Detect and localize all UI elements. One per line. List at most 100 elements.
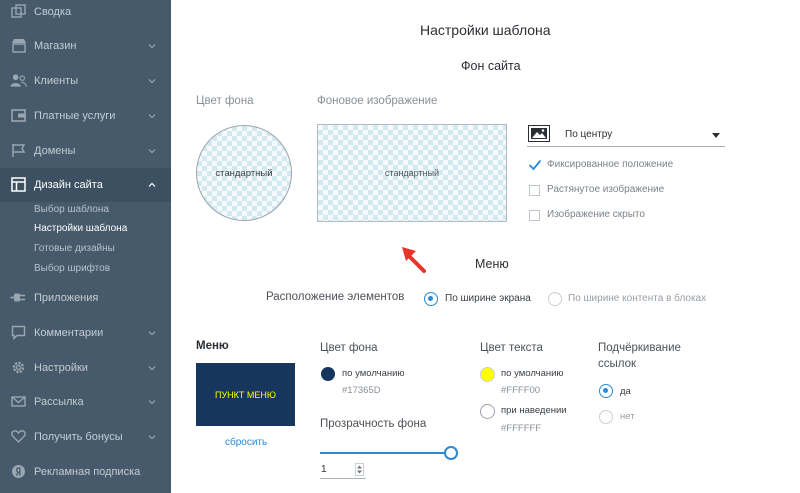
plug-icon	[10, 289, 27, 306]
text-color-default-swatch[interactable]	[480, 367, 495, 382]
yandex-icon	[10, 463, 27, 480]
menu-bg-color-label: Цвет фона	[320, 342, 378, 354]
sidebar-item-label: Сводка	[34, 6, 72, 18]
radio-content-width[interactable]	[548, 292, 562, 306]
sidebar-item-label: Домены	[34, 145, 76, 157]
sidebar-item-label: Дизайн сайта	[34, 179, 103, 191]
sidebar-subitem-ready-designs[interactable]: Готовые дизайны	[34, 243, 115, 254]
menu-bg-color-swatch[interactable]	[321, 367, 335, 381]
opacity-label: Прозрачность фона	[320, 418, 427, 430]
radio-underline-yes-label: да	[620, 386, 631, 397]
bg-image-value: стандартный	[384, 168, 440, 178]
wallet-icon	[10, 107, 27, 124]
sidebar-item-clients[interactable]: Клиенты	[0, 64, 171, 98]
sidebar-item-domains[interactable]: Домены	[0, 134, 171, 168]
menu-bg-default-label: по умолчанию	[342, 368, 405, 379]
reset-link[interactable]: сбросить	[225, 437, 267, 448]
sidebar-item-label: Настройки	[34, 362, 88, 374]
radio-underline-no[interactable]	[599, 410, 613, 424]
flag-icon	[10, 142, 27, 159]
chevron-down-icon	[148, 79, 156, 84]
text-color-hover-value: #FFFFFF	[501, 423, 542, 434]
sidebar-item-label: Рассылка	[34, 396, 84, 408]
radio-underline-no-label: нет	[620, 411, 635, 422]
picture-icon	[528, 125, 550, 147]
sidebar-item-mailing[interactable]: Рассылка	[0, 385, 171, 419]
mail-icon	[10, 393, 27, 410]
opacity-slider-thumb[interactable]	[444, 446, 458, 460]
bg-position-value: По центру	[565, 129, 613, 140]
menu-bg-color-value: #17365D	[342, 385, 381, 396]
opacity-slider-track	[320, 452, 450, 454]
sidebar-item-apps[interactable]: Приложения	[0, 281, 171, 315]
checkbox-image-hidden[interactable]	[529, 210, 540, 221]
main-content: Настройки шаблона Фон сайта Цвет фона ст…	[171, 0, 800, 493]
chevron-down-icon	[148, 114, 156, 119]
text-color-hover-swatch[interactable]	[480, 404, 495, 419]
opacity-stepper-value: 1	[321, 464, 327, 475]
opacity-stepper[interactable]: 1	[320, 461, 366, 479]
sidebar-item-label: Получить бонусы	[34, 431, 123, 443]
page-title: Настройки шаблона	[420, 22, 551, 38]
section-title-menu: Меню	[475, 257, 509, 271]
sidebar-item-label: Платные услуги	[34, 110, 116, 122]
section-title-background: Фон сайта	[461, 59, 521, 73]
radio-full-width-label: По ширине экрана	[445, 293, 531, 304]
menu-layout-label: Расположение элементов	[266, 291, 405, 303]
sidebar-item-paid-services[interactable]: Платные услуги	[0, 99, 171, 133]
bg-image-label: Фоновое изображение	[317, 95, 438, 107]
option-image-hidden-label: Изображение скрыто	[547, 209, 645, 220]
text-color-default-value: #FFFF00	[501, 385, 541, 396]
radio-full-width[interactable]	[424, 292, 438, 306]
option-fixed-position-label: Фиксированное положение	[547, 159, 674, 170]
text-color-default-label: по умолчанию	[501, 368, 564, 379]
chevron-down-icon	[148, 149, 156, 154]
bg-color-value: стандартный	[215, 167, 273, 179]
sidebar-item-settings[interactable]: Настройки	[0, 351, 171, 385]
sidebar-subitem-choose-template[interactable]: Выбор шаблона	[34, 204, 109, 215]
checkbox-fixed-position[interactable]	[528, 158, 542, 172]
bg-image-preview[interactable]: стандартный	[317, 124, 507, 222]
sidebar-item-label: Клиенты	[34, 75, 79, 87]
sidebar-subitem-fonts[interactable]: Выбор шрифтов	[34, 263, 110, 274]
sidebar: Сводка Магазин Клиенты Платные услуги До…	[0, 0, 171, 493]
menu-preview-item: ПУНКТ МЕНЮ	[214, 389, 277, 400]
sidebar-subitem-template-settings[interactable]: Настройки шаблона	[34, 223, 127, 234]
radio-underline-yes[interactable]	[599, 384, 613, 398]
checkmark-icon	[528, 159, 542, 171]
sidebar-item-label: Рекламная подписка	[34, 466, 141, 478]
menu-preview: ПУНКТ МЕНЮ	[196, 363, 295, 426]
bg-position-select[interactable]: По центру	[527, 123, 725, 147]
heart-icon	[10, 428, 27, 445]
sidebar-item-summary[interactable]: Сводка	[0, 0, 171, 29]
underline-label-line2: ссылок	[598, 358, 637, 370]
chevron-down-icon	[148, 435, 156, 440]
sidebar-item-label: Приложения	[34, 292, 99, 304]
underline-label-line1: Подчёркивание	[598, 342, 681, 354]
sidebar-item-label: Комментарии	[34, 327, 104, 339]
sidebar-item-store[interactable]: Магазин	[0, 29, 171, 63]
gear-icon	[10, 359, 27, 376]
stepper-arrows-icon[interactable]	[355, 463, 364, 476]
users-icon	[10, 72, 27, 89]
text-color-hover-label: при наведении	[501, 405, 567, 416]
chevron-down-icon	[148, 44, 156, 49]
sidebar-item-comments[interactable]: Комментарии	[0, 316, 171, 350]
option-stretched-image-label: Растянутое изображение	[547, 184, 665, 195]
layout-icon	[10, 176, 27, 193]
chevron-up-icon	[148, 182, 156, 187]
sidebar-item-site-design[interactable]: Дизайн сайта	[0, 168, 171, 202]
checkbox-stretched-image[interactable]	[529, 185, 540, 196]
opacity-slider[interactable]	[320, 446, 458, 460]
caret-down-icon	[712, 133, 720, 138]
sidebar-item-label: Магазин	[34, 40, 77, 52]
sidebar-item-bonuses[interactable]: Получить бонусы	[0, 420, 171, 454]
bg-color-swatch[interactable]: стандартный	[196, 125, 292, 221]
comment-icon	[10, 324, 27, 341]
store-icon	[10, 37, 27, 54]
chevron-down-icon	[148, 366, 156, 371]
text-color-label: Цвет текста	[480, 342, 543, 354]
red-arrow-icon	[402, 247, 426, 273]
sidebar-item-ad-subscription[interactable]: Рекламная подписка	[0, 455, 171, 489]
squares-icon	[10, 3, 27, 20]
